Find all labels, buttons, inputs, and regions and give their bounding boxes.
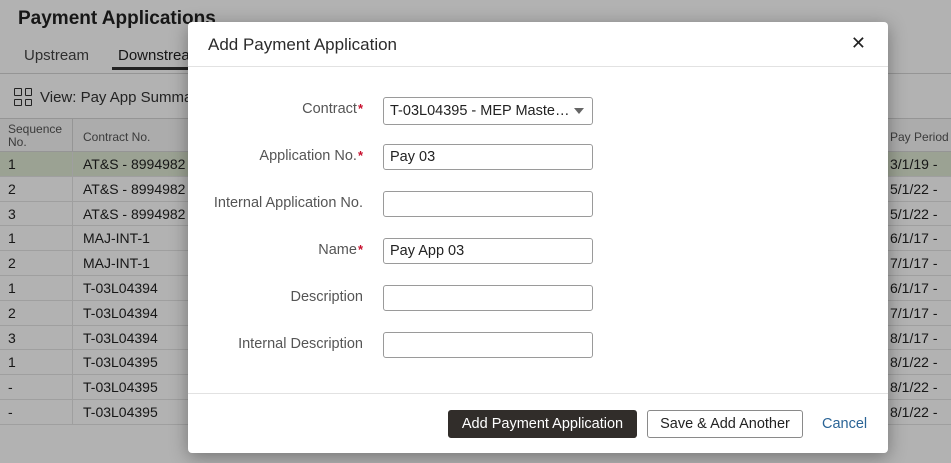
internal-description-label: Internal Description [238,336,363,352]
application-no-row: Application No.* [188,144,888,170]
add-payment-application-dialog: Add Payment Application ✕ Contract* T-03… [188,22,888,453]
application-no-input[interactable] [383,144,593,170]
internal-application-no-input[interactable] [383,191,593,217]
cancel-button[interactable]: Cancel [810,410,874,438]
name-row: Name* [188,238,888,264]
description-row: Description [188,285,888,311]
internal-description-input[interactable] [383,332,593,358]
add-payment-application-button[interactable]: Add Payment Application [448,410,637,438]
contract-row: Contract* T-03L04395 - MEP Maste… [188,97,888,125]
application-no-label: Application No.* [259,148,363,164]
required-marker: * [357,101,363,116]
name-input[interactable] [383,238,593,264]
name-label: Name* [318,242,363,258]
description-input[interactable] [383,285,593,311]
contract-select[interactable]: T-03L04395 - MEP Maste… [383,97,593,125]
required-marker: * [357,242,363,257]
save-and-add-another-button[interactable]: Save & Add Another [647,410,803,438]
description-label: Description [290,289,363,305]
internal-application-no-row: Internal Application No. [188,191,888,217]
dialog-footer: Add Payment Application Save & Add Anoth… [188,393,888,453]
dialog-header: Add Payment Application ✕ [188,22,888,67]
required-marker: * [357,148,363,163]
internal-description-row: Internal Description [188,332,888,358]
dialog-title: Add Payment Application [208,35,398,54]
internal-application-no-label: Internal Application No. [213,195,363,211]
close-icon[interactable]: ✕ [851,34,866,52]
chevron-down-icon [574,108,584,114]
contract-label: Contract* [302,101,363,117]
contract-select-value: T-03L04395 - MEP Maste… [390,103,570,119]
